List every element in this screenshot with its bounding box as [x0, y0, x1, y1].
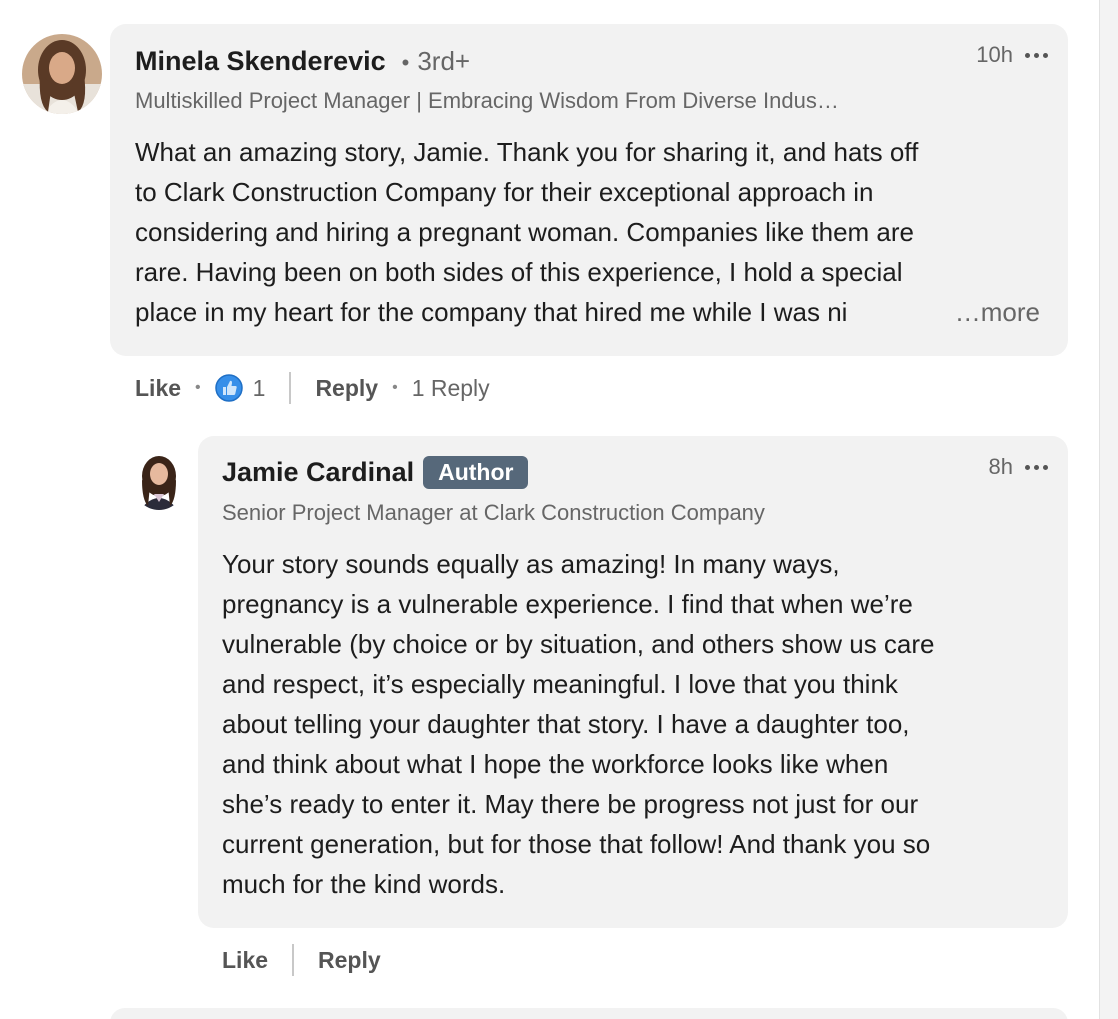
action-divider [292, 944, 295, 976]
reaction-count[interactable]: 1 [253, 375, 266, 402]
next-comment-bubble [110, 1008, 1068, 1019]
comment-text-line: What an amazing story, Jamie. Thank you … [135, 137, 919, 167]
comment-bubble: Minela Skenderevic • 3rd+ 10h Multiskille… [110, 24, 1068, 356]
reply-author-name[interactable]: Jamie Cardinal [222, 457, 414, 488]
comments-thread: Minela Skenderevic • 3rd+ 10h Multiskille… [0, 0, 1118, 1019]
reply-timestamp: 8h [988, 454, 1013, 479]
comment-text-line: considering and hiring a pregnant woman.… [135, 217, 914, 247]
comment-text-line: place in my heart for the company that h… [135, 292, 1040, 332]
action-divider [289, 372, 292, 404]
degree-separator-dot: • [401, 50, 410, 75]
comment-reply-button[interactable]: Reply [315, 375, 378, 402]
author-badge: Author [423, 456, 529, 489]
comment-text-line: rare. Having been on both sides of this … [135, 257, 903, 287]
reply-header: Jamie Cardinal Author [222, 456, 529, 489]
comment-options-icon[interactable] [1025, 52, 1048, 58]
connection-degree-label: 3rd+ [417, 46, 471, 76]
commenter-avatar[interactable] [22, 34, 102, 114]
reply-actions: Like Reply [222, 942, 381, 978]
reply-author-headline: Senior Project Manager at Clark Construc… [222, 500, 765, 525]
replies-count-link[interactable]: 1 Reply [412, 375, 490, 402]
action-separator-dot: • [392, 379, 398, 396]
comment-timestamp: 10h [976, 42, 1013, 67]
commenter-headline: Multiskilled Project Manager | Embracing… [135, 88, 839, 113]
reply-reply-button[interactable]: Reply [318, 947, 381, 974]
reply-text-line: and respect, it’s especially meaningful.… [222, 669, 898, 699]
reply-like-button[interactable]: Like [222, 947, 268, 974]
comment-meta: 10h [976, 42, 1048, 68]
comment-text: What an amazing story, Jamie. Thank you … [135, 132, 1040, 332]
reply-text-line: much for the kind words. [222, 869, 506, 899]
reply-bubble: Jamie Cardinal Author 8h Senior Project … [198, 436, 1068, 928]
action-separator-dot: • [195, 379, 201, 396]
reply-text-line: and think about what I hope the workforc… [222, 749, 889, 779]
reply-options-icon[interactable] [1025, 464, 1048, 470]
like-thumbs-up-icon[interactable] [214, 374, 243, 402]
connection-degree: • 3rd+ [402, 46, 470, 77]
scrollbar-track[interactable] [1099, 0, 1118, 1019]
reply-author-avatar[interactable] [132, 450, 186, 510]
reply-text-line: about telling your daughter that story. … [222, 709, 910, 739]
comment-header: Minela Skenderevic • 3rd+ [135, 46, 470, 77]
reply-text-line: pregnancy is a vulnerable experience. I … [222, 589, 913, 619]
see-more-button[interactable]: …more [942, 292, 1040, 332]
reply-meta: 8h [989, 454, 1048, 480]
reply-text-line: vulnerable (by choice or by situation, a… [222, 629, 935, 659]
reply-text-line: Your story sounds equally as amazing! In… [222, 549, 840, 579]
comment-text-line-truncated: place in my heart for the company that h… [135, 297, 848, 327]
commenter-avatar-image [22, 34, 102, 114]
reply-author-avatar-image [132, 450, 186, 510]
comment-text-line: to Clark Construction Company for their … [135, 177, 874, 207]
reply-text-line: current generation, but for those that f… [222, 829, 931, 859]
comment-like-button[interactable]: Like [135, 375, 181, 402]
reply-text: Your story sounds equally as amazing! In… [222, 544, 1052, 904]
reply-text-line: she’s ready to enter it. May there be pr… [222, 789, 919, 819]
comment-actions: Like • 1 Reply • 1 Reply [135, 370, 490, 406]
commenter-name[interactable]: Minela Skenderevic [135, 46, 386, 77]
